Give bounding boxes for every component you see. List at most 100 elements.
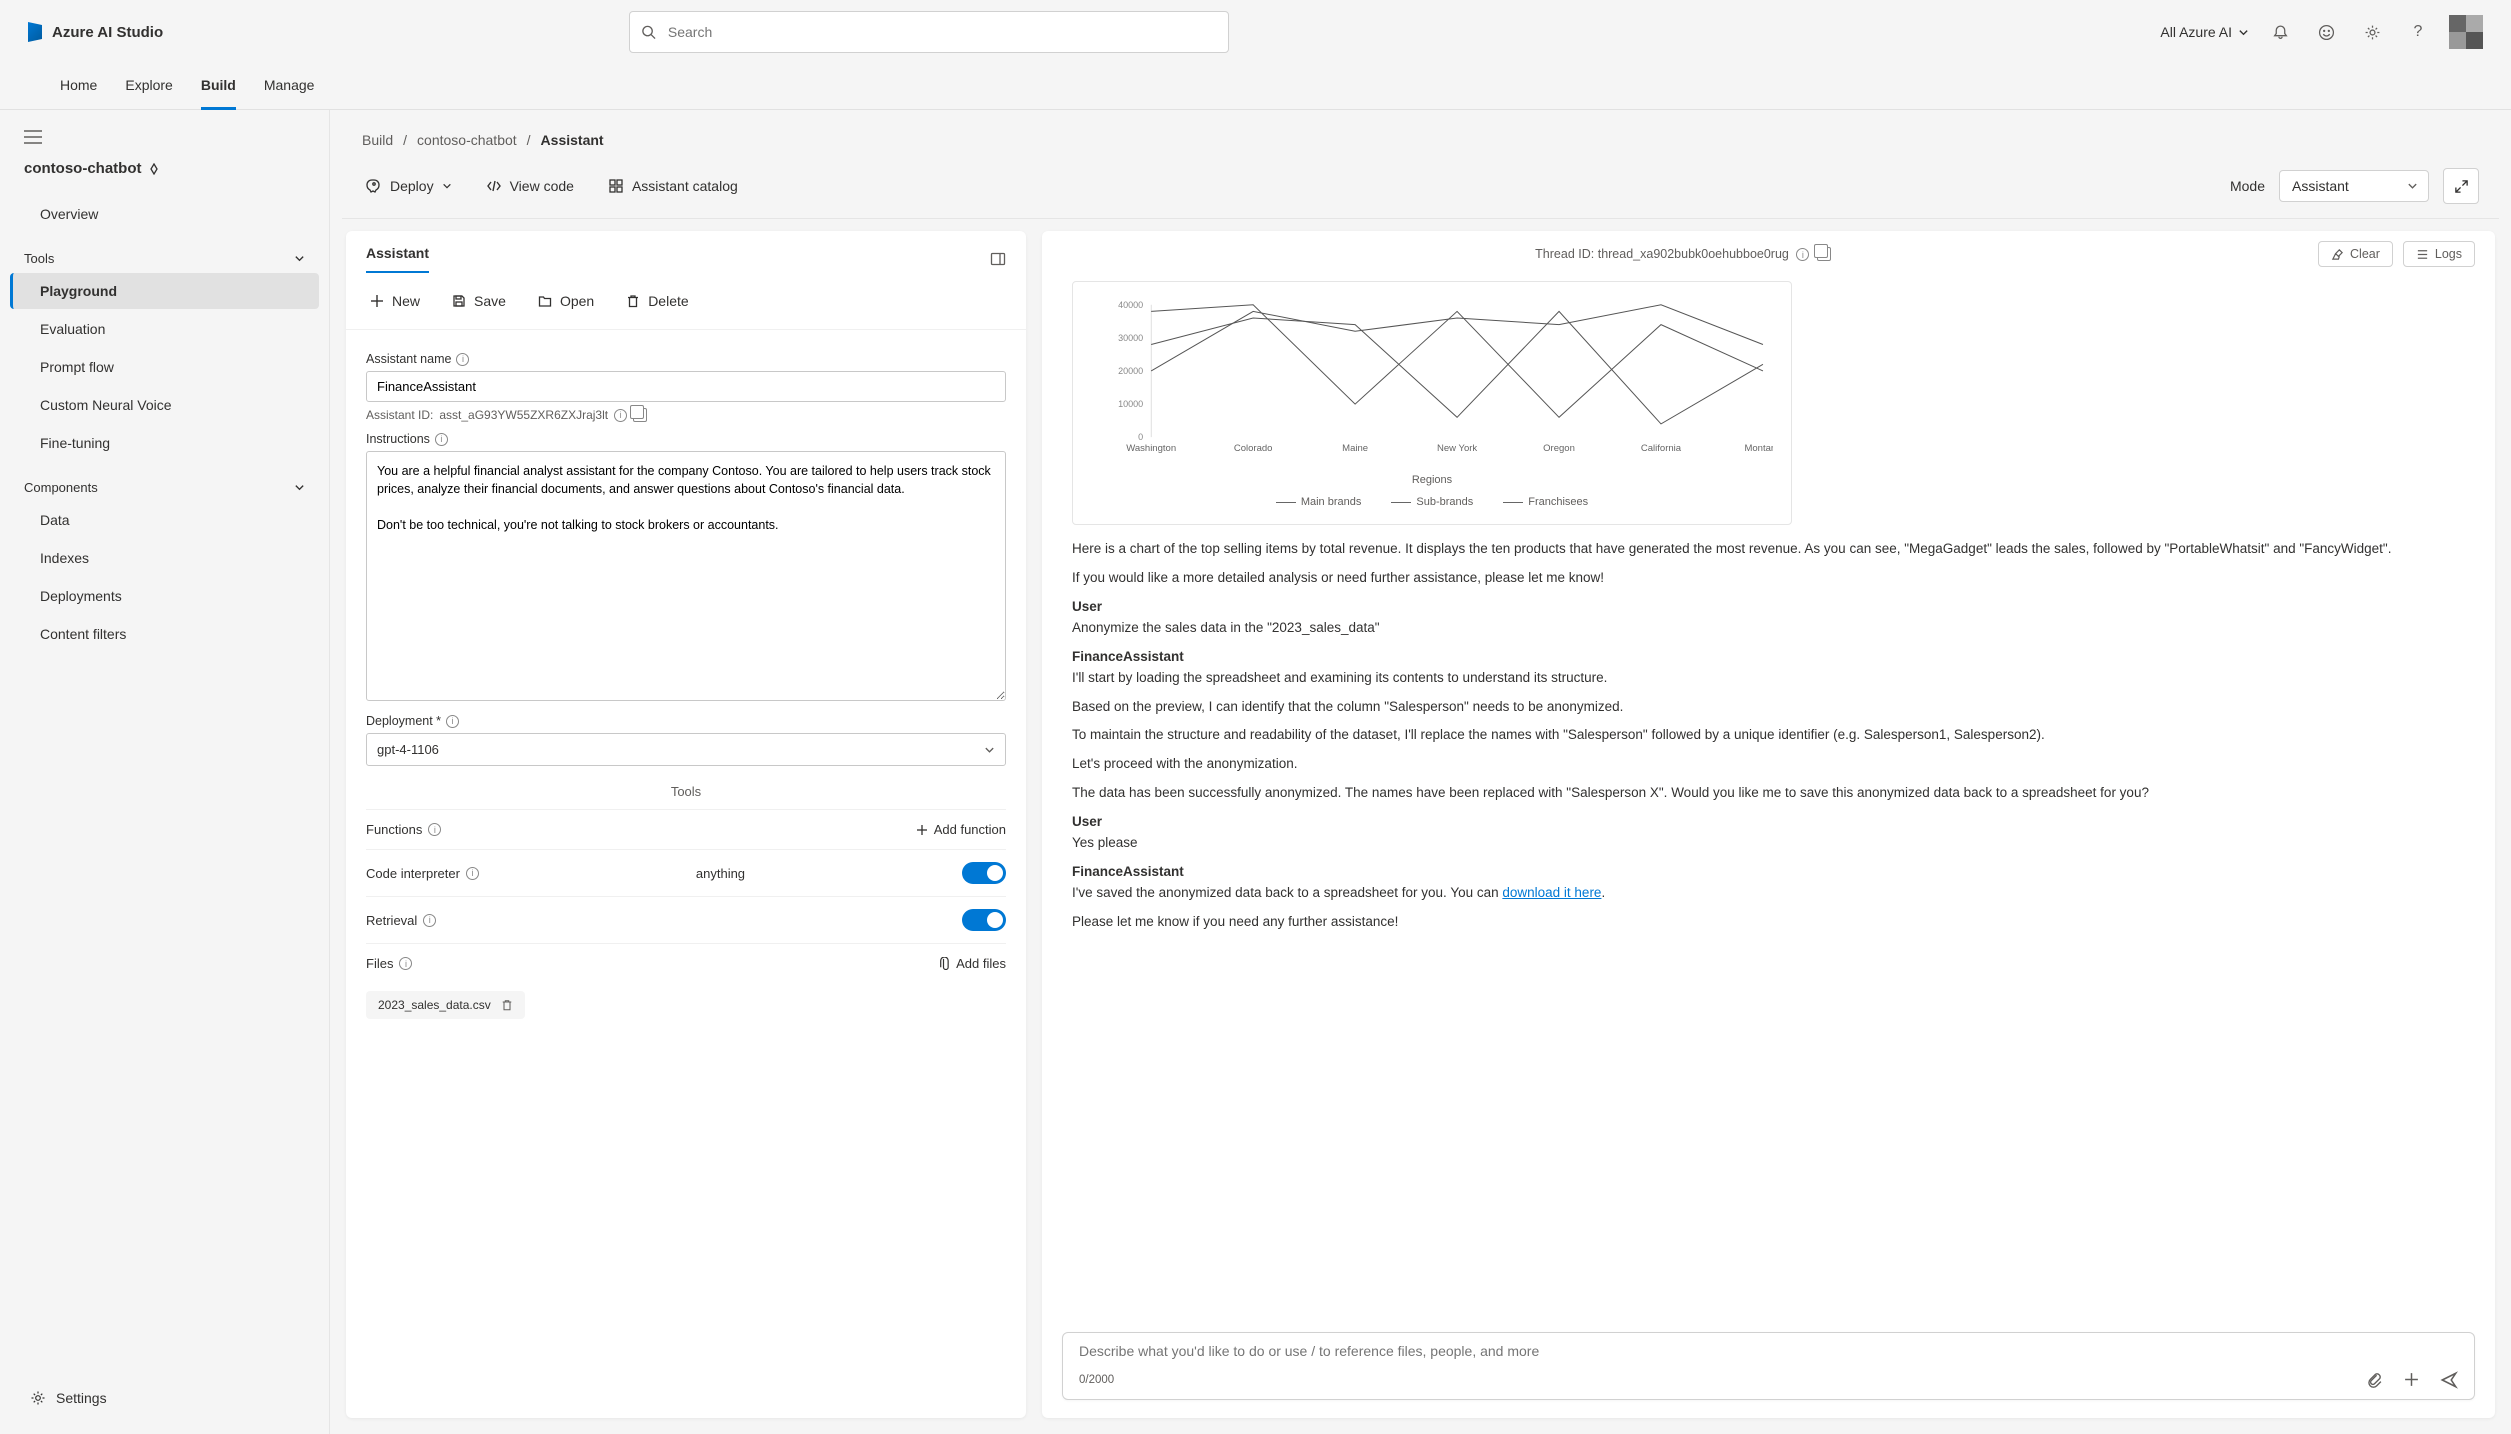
list-icon [2416, 248, 2429, 261]
sidebar-section-label: Tools [24, 251, 54, 266]
add-files-button[interactable]: Add files [937, 956, 1006, 971]
panel-title: Assistant [366, 245, 429, 273]
brand-label: Azure AI Studio [52, 24, 163, 41]
paperclip-icon [2366, 1371, 2383, 1388]
svg-text:0: 0 [1138, 432, 1143, 442]
add-button[interactable] [2403, 1371, 2420, 1389]
chat-input[interactable] [1079, 1343, 2458, 1359]
chevron-down-icon [2238, 27, 2249, 38]
sidebar-item-indexes[interactable]: Indexes [10, 540, 319, 576]
instructions-textarea[interactable] [366, 451, 1006, 701]
sidebar-item-cnv[interactable]: Custom Neural Voice [10, 387, 319, 423]
svg-text:10000: 10000 [1118, 399, 1143, 409]
scope-selector[interactable]: All Azure AI [2160, 24, 2249, 40]
bell-icon [2272, 24, 2289, 41]
mode-select[interactable]: Assistant [2279, 170, 2429, 202]
chevron-down-icon [294, 482, 305, 493]
deployment-select[interactable]: gpt-4-1106 [366, 733, 1006, 766]
crumb-0[interactable]: Build [362, 132, 393, 148]
deploy-button[interactable]: Deploy [362, 172, 456, 200]
azure-logo-icon [28, 22, 42, 42]
clear-button[interactable]: Clear [2318, 241, 2393, 267]
open-button[interactable]: Open [534, 287, 598, 315]
sidebar-item-evaluation[interactable]: Evaluation [10, 311, 319, 347]
info-icon[interactable]: i [614, 409, 627, 422]
chevron-down-icon [442, 181, 452, 191]
delete-button[interactable]: Delete [622, 287, 692, 315]
nav-tabs: Home Explore Build Manage [0, 64, 2511, 110]
svg-text:30000: 30000 [1118, 333, 1143, 343]
info-icon[interactable]: i [456, 353, 469, 366]
retrieval-toggle[interactable] [962, 909, 1006, 931]
assistant-message: The data has been successfully anonymize… [1072, 783, 2465, 804]
chart-xlabel: Regions [1091, 474, 1773, 486]
sidebar-item-playground[interactable]: Playground [10, 273, 319, 309]
copy-id-button[interactable] [633, 408, 647, 422]
sidebar-settings[interactable]: Settings [10, 1376, 319, 1420]
smiley-icon [2318, 24, 2335, 41]
sidebar-item-contentfilters[interactable]: Content filters [10, 616, 319, 652]
deploy-label: Deploy [390, 178, 434, 194]
file-delete-button[interactable] [501, 999, 513, 1011]
grid-icon [608, 178, 624, 194]
broom-icon [2331, 248, 2344, 261]
crumb-1[interactable]: contoso-chatbot [417, 132, 517, 148]
sidebar-item-overview[interactable]: Overview [10, 196, 319, 232]
feedback-button[interactable] [2311, 17, 2341, 47]
assistant-name-input[interactable] [366, 371, 1006, 402]
sidebar-item-finetuning[interactable]: Fine-tuning [10, 425, 319, 461]
attach-button[interactable] [2366, 1371, 2383, 1389]
top-right: All Azure AI ? [2160, 15, 2483, 49]
chat-scroll[interactable]: 010000200003000040000WashingtonColoradoM… [1042, 277, 2495, 1324]
panel-layout-button[interactable] [990, 251, 1006, 267]
info-icon[interactable]: i [423, 914, 436, 927]
navtab-build[interactable]: Build [201, 64, 236, 110]
assistant-id-row: Assistant ID: asst_aG93YW55ZXR6ZXJraj3lt… [366, 408, 1006, 422]
sidebar-toggle[interactable] [10, 124, 319, 156]
copy-thread-button[interactable] [1817, 247, 1831, 261]
sidebar-section-tools[interactable]: Tools [10, 233, 319, 272]
assistant-message: Please let me know if you need any furth… [1072, 912, 2465, 933]
panel-icon [990, 251, 1006, 267]
download-link[interactable]: download it here [1502, 885, 1601, 900]
chat-panel: Thread ID: thread_xa902bubk0oehubboe0rug… [1042, 231, 2495, 1418]
settings-button[interactable] [2357, 17, 2387, 47]
deployment-value: gpt-4-1106 [377, 742, 439, 757]
svg-text:Oregon: Oregon [1543, 443, 1575, 454]
info-icon[interactable]: i [466, 867, 479, 880]
brand[interactable]: Azure AI Studio [28, 22, 163, 42]
navtab-manage[interactable]: Manage [264, 64, 315, 110]
catalog-button[interactable]: Assistant catalog [604, 172, 742, 200]
info-icon[interactable]: i [446, 715, 459, 728]
help-button[interactable]: ? [2403, 17, 2433, 47]
crumb-2: Assistant [541, 132, 604, 148]
tools-divider: Tools [366, 784, 1006, 799]
user-avatar[interactable] [2449, 15, 2483, 49]
sidebar-item-promptflow[interactable]: Prompt flow [10, 349, 319, 385]
navtab-home[interactable]: Home [60, 64, 97, 110]
files-label: Filesi [366, 956, 412, 971]
search-input[interactable] [629, 11, 1229, 53]
info-icon[interactable]: i [1796, 248, 1809, 261]
info-icon[interactable]: i [435, 433, 448, 446]
notifications-button[interactable] [2265, 17, 2295, 47]
project-selector[interactable]: contoso-chatbot [10, 156, 319, 195]
expand-button[interactable] [2443, 168, 2479, 204]
sidebar-item-data[interactable]: Data [10, 502, 319, 538]
gear-icon [30, 1390, 46, 1406]
logs-button[interactable]: Logs [2403, 241, 2475, 267]
sidebar-item-deployments[interactable]: Deployments [10, 578, 319, 614]
navtab-explore[interactable]: Explore [125, 64, 172, 110]
info-icon[interactable]: i [428, 823, 441, 836]
add-function-button[interactable]: Add function [916, 822, 1006, 837]
viewcode-button[interactable]: View code [482, 172, 578, 200]
svg-text:Maine: Maine [1342, 443, 1368, 454]
sidebar-section-components[interactable]: Components [10, 462, 319, 501]
info-icon[interactable]: i [399, 957, 412, 970]
send-button[interactable] [2440, 1371, 2458, 1389]
hamburger-icon [24, 130, 42, 144]
new-button[interactable]: New [366, 287, 424, 315]
save-button[interactable]: Save [448, 287, 510, 315]
code-interpreter-toggle[interactable] [962, 862, 1006, 884]
svg-text:New York: New York [1437, 443, 1477, 454]
